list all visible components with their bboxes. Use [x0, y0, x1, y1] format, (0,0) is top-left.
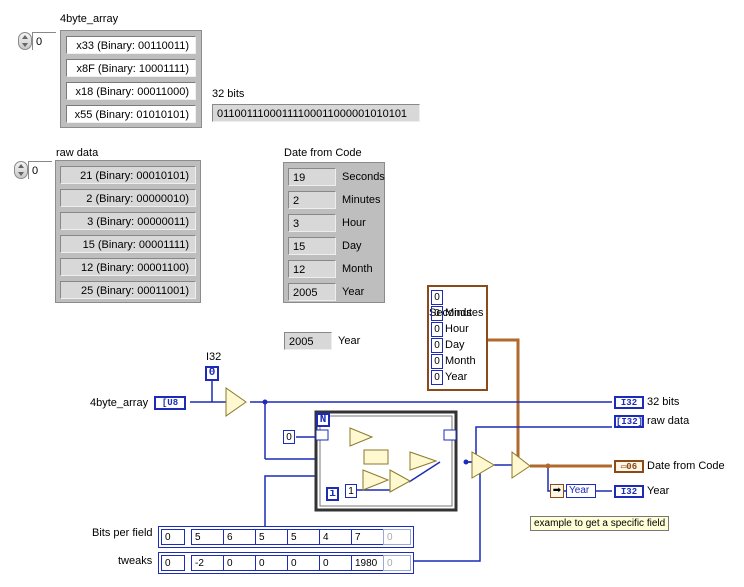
byte-array-terminal-label: 4byte_array [90, 397, 149, 409]
bits-per-field-array[interactable]: 0 5 6 5 5 4 7 0 [158, 526, 414, 548]
cluster-const-row: 0 Day [429, 337, 486, 353]
year-terminal[interactable]: I32 [614, 485, 644, 498]
bits-per-field-element[interactable]: 5 [255, 529, 289, 545]
bits-per-field-label: Bits per field [92, 527, 153, 539]
i32-constant[interactable]: 0 [205, 366, 219, 381]
year-terminal-label: Year [647, 485, 670, 497]
tweaks-element[interactable]: 0 [319, 555, 353, 571]
tweaks-array[interactable]: 0 -2 0 0 0 0 1980 0 [158, 552, 414, 574]
raw-data-terminal-label: raw data [647, 415, 690, 427]
loop-count-terminal[interactable]: N [316, 413, 330, 427]
cluster-const-row: 0 Month [429, 353, 486, 369]
tweaks-element[interactable]: 1980 [351, 555, 385, 571]
tweaks-element[interactable]: 0 [287, 555, 321, 571]
unbundle-year-selector[interactable]: Year [566, 484, 596, 498]
loop-iteration-terminal: i [326, 487, 339, 501]
example-note: example to get a specific field [530, 516, 670, 531]
bits-per-field-element[interactable]: 7 [351, 529, 385, 545]
tweaks-element[interactable]: 0 [223, 555, 257, 571]
cluster-const-row: 0 Year [429, 369, 486, 385]
tweaks-element[interactable]: 0 [255, 555, 289, 571]
tweaks-index[interactable]: 0 [161, 555, 185, 571]
bits-per-field-element[interactable]: 4 [319, 529, 353, 545]
wires [186, 338, 612, 562]
loop-zero-constant[interactable]: 0 [283, 430, 295, 444]
raw-data-terminal[interactable]: [I32] [614, 415, 644, 428]
bits-per-field-element[interactable]: 6 [223, 529, 257, 545]
tweaks-element[interactable]: -2 [191, 555, 225, 571]
tweaks-element[interactable]: 0 [383, 555, 411, 571]
bits-per-field-index[interactable]: 0 [161, 529, 185, 545]
i32-label: I32 [206, 351, 222, 363]
bits-per-field-element[interactable]: 0 [383, 529, 411, 545]
date-cluster-terminal[interactable]: ▭06 [614, 460, 644, 473]
bits-per-field-element[interactable]: 5 [191, 529, 225, 545]
bits32-terminal[interactable]: I32 [614, 396, 644, 409]
unbundle-arrow-icon: ➡ [550, 484, 564, 498]
cluster-const-row: 0Seconds [429, 290, 472, 319]
cluster-const-row: 0 Minutes [429, 305, 486, 321]
cluster-const-row: 0 Hour [429, 321, 486, 337]
date-cluster-terminal-label: Date from Code [647, 460, 725, 472]
tweaks-label: tweaks [118, 555, 153, 567]
byte-array-terminal[interactable]: [U8 [154, 396, 186, 410]
cluster-constant[interactable]: 0Seconds 0 Minutes 0 Hour 0 Day 0 Month 0 Yea… [427, 285, 488, 391]
bits-per-field-element[interactable]: 5 [287, 529, 321, 545]
bits32-terminal-label: 32 bits [647, 396, 680, 408]
loop-one-constant[interactable]: 1 [345, 484, 357, 498]
